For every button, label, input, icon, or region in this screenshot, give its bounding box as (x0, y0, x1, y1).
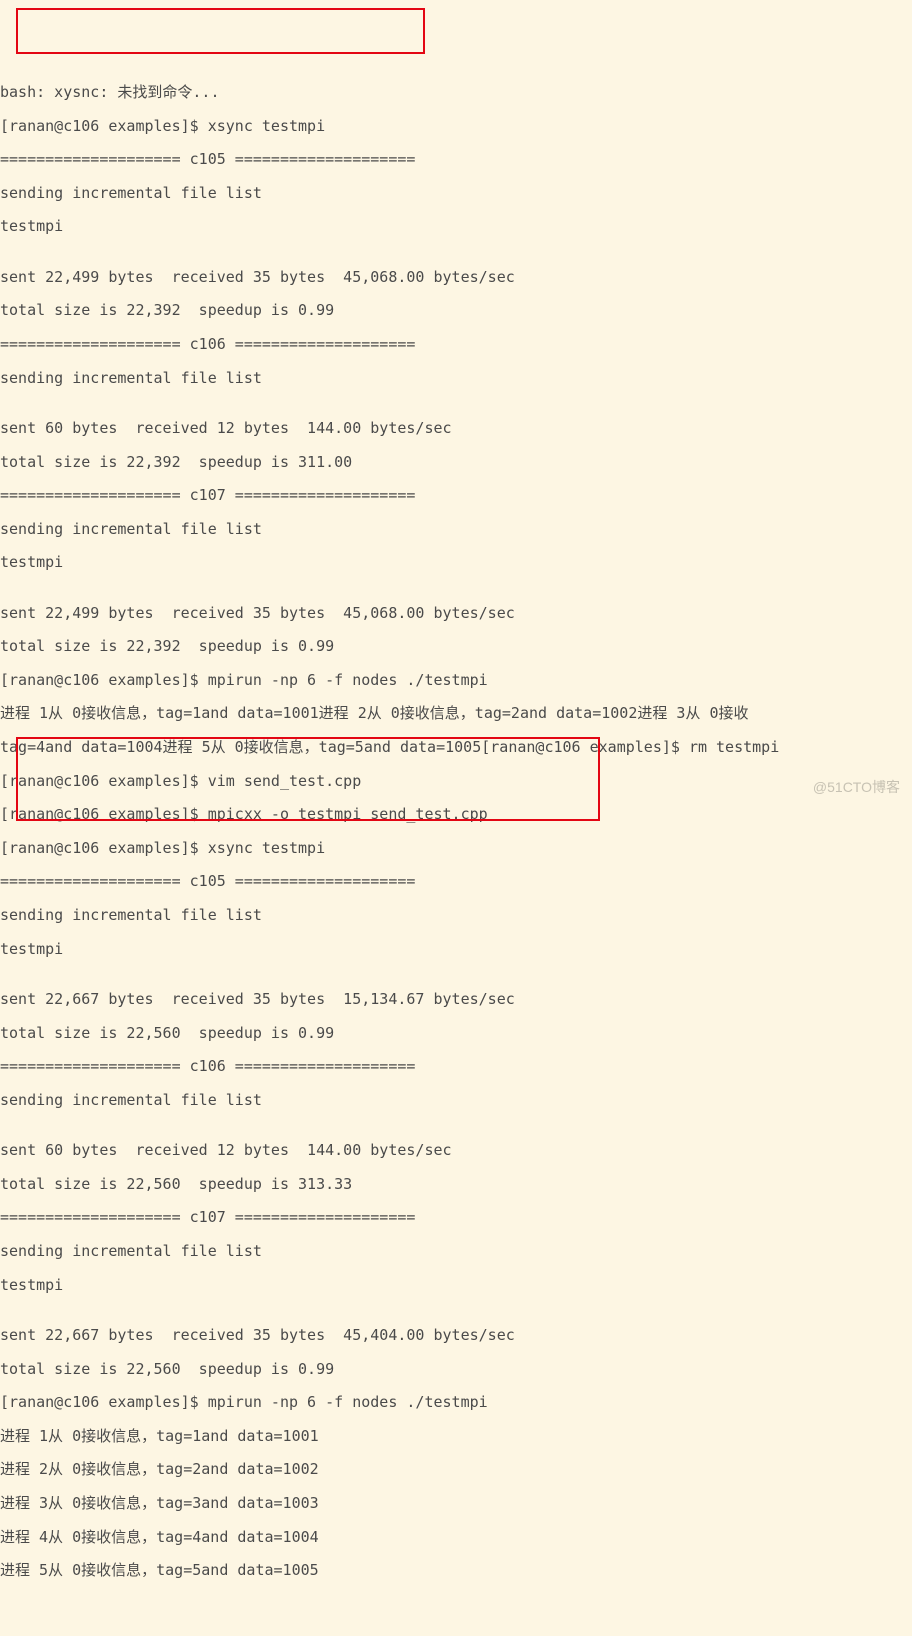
term-line: [ranan@c106 examples]$ xsync testmpi (0, 118, 912, 135)
term-line: ==================== c107 ==============… (0, 1209, 912, 1226)
term-line: ==================== c105 ==============… (0, 151, 912, 168)
term-line: [ranan@c106 examples]$ vim send_test.cpp (0, 773, 912, 790)
term-line: [ranan@c106 examples]$ xsync testmpi (0, 840, 912, 857)
term-line: 进程 1从 0接收信息，tag=1and data=1001 (0, 1428, 912, 1445)
term-line: sending incremental file list (0, 521, 912, 538)
term-line: total size is 22,392 speedup is 0.99 (0, 638, 912, 655)
term-line: [ranan@c106 examples]$ mpirun -np 6 -f n… (0, 1394, 912, 1411)
term-line: testmpi (0, 554, 912, 571)
term-line: total size is 22,392 speedup is 311.00 (0, 454, 912, 471)
terminal-output: bash: xysnc: 未找到命令... [ranan@c106 exampl… (0, 67, 912, 1596)
term-line: testmpi (0, 218, 912, 235)
highlight-box-top (16, 8, 425, 54)
term-line: total size is 22,560 speedup is 313.33 (0, 1176, 912, 1193)
term-line: ==================== c106 ==============… (0, 336, 912, 353)
term-line: sending incremental file list (0, 370, 912, 387)
term-line: sending incremental file list (0, 1243, 912, 1260)
term-line: sending incremental file list (0, 1092, 912, 1109)
term-line: ==================== c107 ==============… (0, 487, 912, 504)
term-line: sent 22,499 bytes received 35 bytes 45,0… (0, 269, 912, 286)
term-line: ==================== c106 ==============… (0, 1058, 912, 1075)
term-line: 进程 3从 0接收信息，tag=3and data=1003 (0, 1495, 912, 1512)
term-line: sending incremental file list (0, 185, 912, 202)
term-line: ==================== c105 ==============… (0, 873, 912, 890)
term-line: total size is 22,560 speedup is 0.99 (0, 1025, 912, 1042)
term-line: 进程 2从 0接收信息，tag=2and data=1002 (0, 1461, 912, 1478)
term-line: sent 22,499 bytes received 35 bytes 45,0… (0, 605, 912, 622)
term-line: 进程 5从 0接收信息，tag=5and data=1005 (0, 1562, 912, 1579)
term-line: sent 22,667 bytes received 35 bytes 45,4… (0, 1327, 912, 1344)
term-line: total size is 22,392 speedup is 0.99 (0, 302, 912, 319)
term-line: total size is 22,560 speedup is 0.99 (0, 1361, 912, 1378)
term-line: sent 22,667 bytes received 35 bytes 15,1… (0, 991, 912, 1008)
term-line: 进程 4从 0接收信息，tag=4and data=1004 (0, 1529, 912, 1546)
term-line: testmpi (0, 1277, 912, 1294)
term-line: testmpi (0, 941, 912, 958)
term-line: tag=4and data=1004进程 5从 0接收信息，tag=5and d… (0, 739, 912, 756)
term-line: sent 60 bytes received 12 bytes 144.00 b… (0, 420, 912, 437)
term-line: sending incremental file list (0, 907, 912, 924)
term-line: sent 60 bytes received 12 bytes 144.00 b… (0, 1142, 912, 1159)
term-line: [ranan@c106 examples]$ mpicxx -o testmpi… (0, 806, 912, 823)
term-line: bash: xysnc: 未找到命令... (0, 84, 912, 101)
term-line: 进程 1从 0接收信息，tag=1and data=1001进程 2从 0接收信… (0, 705, 912, 722)
term-line: [ranan@c106 examples]$ mpirun -np 6 -f n… (0, 672, 912, 689)
